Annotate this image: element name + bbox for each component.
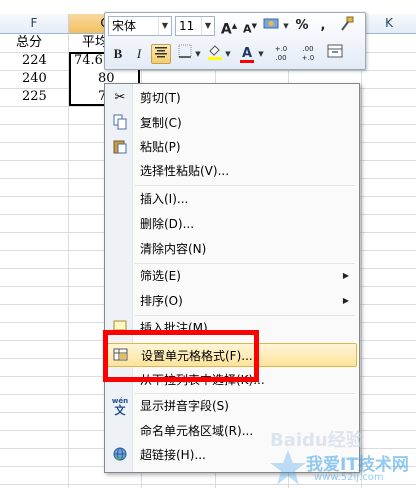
font-size-combo[interactable]: 11 ▼ — [175, 16, 215, 36]
comma-style-button[interactable]: , — [313, 16, 333, 36]
cell-f-3[interactable]: 225 — [22, 88, 47, 106]
percent-style-button[interactable]: % — [292, 16, 312, 36]
menu-item-sort[interactable]: 排序(O) ▶ — [107, 289, 357, 313]
menu-item-label: 删除(D)... — [140, 217, 195, 231]
menu-item-filter[interactable]: 筛选(E) ▶ — [107, 264, 357, 288]
gridline — [0, 70, 416, 71]
annotation-highlight-box — [103, 330, 259, 382]
gridline — [0, 484, 416, 485]
format-painter-icon — [341, 16, 354, 31]
menu-item-paste[interactable]: 粘贴(P) — [107, 135, 357, 159]
menu-item-label: 超链接(H)... — [140, 448, 206, 462]
font-name-combo[interactable]: 宋体 ▼ — [108, 16, 172, 36]
menu-item-label: 显示拼音字段(S) — [140, 399, 229, 413]
borders-icon — [178, 44, 192, 58]
chevron-down-icon[interactable]: ▼ — [158, 17, 171, 35]
menu-item-label: 排序(O) — [140, 294, 183, 308]
accounting-format-button[interactable] — [262, 16, 282, 36]
center-align-button[interactable] — [151, 44, 171, 64]
menu-item-clear-contents[interactable]: 清除内容(N) — [107, 237, 357, 261]
scissors-icon: ✂ — [114, 90, 126, 105]
menu-separator — [135, 185, 355, 186]
chevron-down-icon[interactable]: ▼ — [282, 16, 290, 36]
column-header-k[interactable]: K — [362, 14, 416, 34]
grow-font-button[interactable]: A▲ — [219, 16, 239, 38]
mini-toolbar: 宋体 ▼ 11 ▼ A▲ A▼ ▼ % , B I ▼ ▼ A ▼ +.0 .0… — [104, 12, 366, 70]
font-color-swatch — [240, 60, 254, 63]
gridline — [361, 34, 362, 488]
chevron-down-icon[interactable]: ▼ — [194, 44, 202, 64]
paste-icon — [111, 138, 129, 156]
font-color-button[interactable]: A — [237, 44, 257, 64]
cell-f-2[interactable]: 240 — [22, 70, 47, 88]
menu-item-paste-special[interactable]: 选择性粘贴(V)... — [107, 159, 357, 183]
copy-icon — [111, 114, 129, 132]
align-center-icon — [155, 47, 167, 58]
increase-decimal-button[interactable]: +.0 .00 — [269, 44, 293, 64]
merge-cells-icon — [327, 44, 343, 58]
pinyin-icon: wén 文 — [111, 397, 129, 417]
menu-item-label: 筛选(E) — [140, 269, 181, 283]
hyperlink-icon — [111, 446, 129, 464]
column-header-f[interactable]: F — [0, 14, 69, 34]
menu-item-define-name[interactable]: 命名单元格区域(R)... — [107, 419, 357, 443]
menu-item-cut[interactable]: ✂ 剪切(T) — [107, 86, 357, 110]
font-name-value: 宋体 — [112, 19, 137, 33]
menu-item-label: 复制(C) — [140, 116, 182, 130]
font-color-icon: A — [241, 46, 253, 61]
merge-center-button[interactable] — [325, 44, 345, 64]
italic-button[interactable]: I — [129, 44, 149, 64]
submenu-arrow-icon: ▶ — [342, 271, 349, 280]
borders-button[interactable] — [175, 44, 195, 64]
shrink-font-button[interactable]: A▼ — [240, 16, 260, 36]
menu-item-label: 剪切(T) — [140, 91, 181, 105]
cell-f-1[interactable]: 224 — [22, 52, 47, 70]
menu-item-label: 粘贴(P) — [140, 140, 181, 154]
bold-button[interactable]: B — [108, 44, 128, 64]
shrink-font-icon: A — [243, 22, 252, 36]
fill-bucket-icon — [208, 45, 222, 60]
format-painter-button[interactable] — [337, 16, 357, 36]
menu-item-show-pinyin[interactable]: wén 文 显示拼音字段(S) — [107, 394, 357, 418]
submenu-arrow-icon: ▶ — [342, 296, 349, 305]
chevron-down-icon[interactable]: ▼ — [257, 44, 265, 64]
decrease-decimal-button[interactable]: .00 +.0 — [296, 44, 320, 64]
grow-font-icon: A — [220, 21, 232, 38]
menu-item-hyperlink[interactable]: 超链接(H)... — [107, 443, 357, 467]
fill-color-button[interactable] — [205, 44, 225, 64]
menu-item-delete[interactable]: 删除(D)... — [107, 212, 357, 236]
menu-item-label: 清除内容(N) — [140, 242, 207, 256]
font-size-value: 11 — [179, 19, 195, 33]
accounting-format-icon — [263, 18, 279, 29]
chevron-down-icon[interactable]: ▼ — [201, 17, 214, 35]
cell-f-header[interactable]: 总分 — [16, 34, 42, 52]
cell-g-1[interactable]: 74.6 — [74, 52, 103, 70]
menu-item-copy[interactable]: 复制(C) — [107, 111, 357, 135]
menu-item-label: 插入(I)... — [140, 192, 189, 206]
context-menu: ✂ 剪切(T) 复制(C) 粘贴(P) 选择性粘贴(V)... 插入(I)...… — [104, 83, 360, 473]
chevron-down-icon[interactable]: ▼ — [224, 44, 232, 64]
menu-item-label: 选择性粘贴(V)... — [140, 164, 230, 178]
menu-item-insert[interactable]: 插入(I)... — [107, 187, 357, 211]
menu-item-label: 命名单元格区域(R)... — [140, 424, 254, 438]
